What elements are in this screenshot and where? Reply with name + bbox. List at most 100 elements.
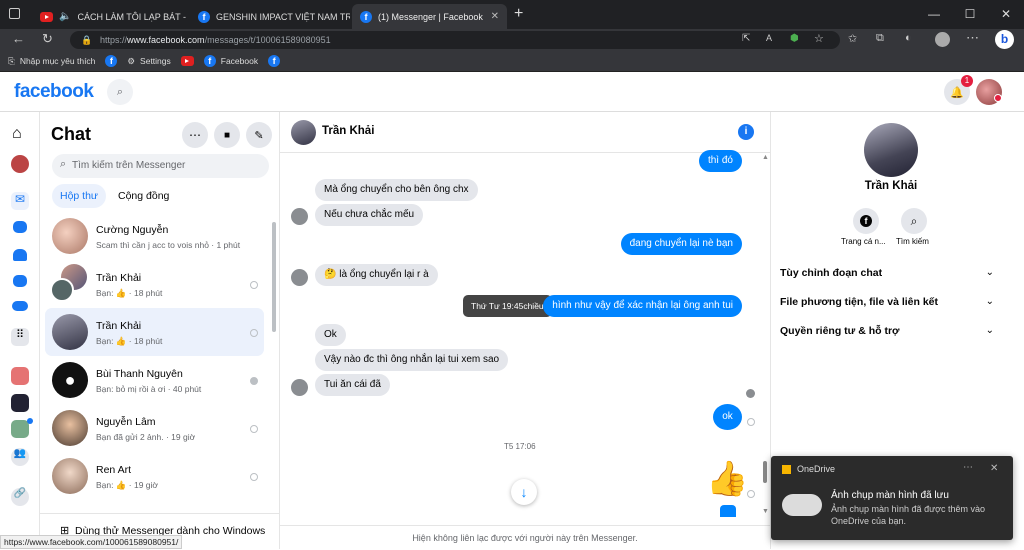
message-bubble[interactable]: 🤔 là ổng chuyển lại r à	[315, 264, 438, 286]
conversation-scrollbar[interactable]: ▲ ▼	[760, 154, 770, 524]
conversation-item[interactable]: Nguyễn Lâm Bạn đã gửi 2 ảnh. · 19 giờ	[45, 404, 264, 452]
tab-messenger[interactable]: f (1) Messenger | Facebook ✕	[352, 4, 507, 29]
scroll-thumb[interactable]	[763, 461, 767, 483]
chevron-down-icon[interactable]: ⌄	[986, 325, 994, 336]
profile-avatar-icon[interactable]	[11, 155, 29, 173]
search-conversation-button[interactable]: ⌕	[901, 208, 927, 234]
new-tab-button[interactable]: +	[514, 5, 523, 23]
bookmark-favorites[interactable]: ⎘ Nhập mục yêu thích	[8, 56, 95, 67]
marketplace-icon[interactable]	[13, 275, 27, 287]
chevron-down-icon[interactable]: ⌄	[986, 267, 994, 278]
profile-icon[interactable]	[935, 32, 950, 47]
message-timestamp: T5 17:06	[504, 442, 536, 451]
profile-avatar[interactable]	[864, 123, 918, 177]
shortcut-2-icon[interactable]	[11, 394, 29, 412]
minimize-button[interactable]: —	[916, 0, 952, 29]
bing-icon[interactable]: b	[995, 30, 1014, 49]
search-button[interactable]: ⌕	[107, 79, 133, 105]
tab-youtube[interactable]: 🔈 CÁCH LÀM TÔI LẠP BÁT - N ✕	[32, 4, 186, 29]
window-close-button[interactable]: ✕	[988, 0, 1024, 29]
scroll-to-bottom-button[interactable]: ↓	[511, 479, 537, 505]
bookmark-facebook-1[interactable]: f	[105, 55, 118, 67]
url-field[interactable]: 🔒 https://www.facebook.com/messages/t/10…	[70, 31, 840, 49]
chat-options-button[interactable]: ⋯	[182, 122, 208, 148]
messenger-icon[interactable]: ✉	[11, 192, 29, 210]
maximize-button[interactable]: ☐	[952, 0, 988, 29]
info-icon[interactable]: i	[738, 124, 754, 140]
unavailable-notice: Hiện không liên lạc được với người này t…	[280, 525, 770, 549]
message-bubble[interactable]: đang chuyển lại nè bạn	[620, 233, 742, 255]
close-icon[interactable]: ✕	[491, 11, 499, 22]
groups-icon[interactable]: 👥	[11, 448, 29, 466]
sent-check-icon	[250, 281, 258, 289]
onedrive-notification[interactable]: OneDrive ⋯ ✕ Ảnh chụp màn hình đã lưu Ản…	[771, 456, 1013, 540]
watch-icon[interactable]	[13, 221, 27, 233]
avatar	[52, 218, 88, 254]
friends-icon[interactable]	[13, 249, 27, 261]
favorite-add-icon[interactable]: ☆	[814, 32, 824, 45]
import-icon: ⎘	[8, 55, 15, 66]
message-bubble[interactable]: ok	[713, 404, 742, 430]
speaker-icon[interactable]: 🔈	[59, 11, 71, 22]
new-message-button[interactable]: ✎	[246, 122, 272, 148]
link-icon[interactable]: 🔗	[11, 488, 29, 506]
conversation-item[interactable]: ● Bùi Thanh Nguyên Bạn: bỏ mị rồi à ơi ·…	[45, 356, 264, 404]
option-customize-chat[interactable]: Tùy chỉnh đoạn chat	[780, 267, 882, 279]
tab-genshin[interactable]: f GENSHIN IMPACT VIỆT NAM TR... ✕	[190, 4, 350, 29]
shortcut-3-icon[interactable]	[11, 420, 29, 438]
shortcut-1-icon[interactable]	[11, 367, 29, 385]
performance-icon[interactable]: ◐	[905, 32, 912, 44]
tab-actions-icon[interactable]	[9, 8, 20, 19]
extension-icon[interactable]: ⬢	[790, 33, 799, 44]
message-bubble[interactable]: Mà ổng chuyển cho bên ông chx	[315, 179, 478, 201]
message-bubble[interactable]: Tui ăn cái đã	[315, 374, 390, 396]
more-icon[interactable]: ⋯	[963, 462, 973, 473]
new-room-button[interactable]: ■	[214, 122, 240, 148]
message-bubble[interactable]: hình như vậy để xác nhận lại ông anh tui	[543, 295, 742, 317]
scroll-down-icon[interactable]: ▼	[762, 508, 769, 515]
tab-community[interactable]: Cộng đồng	[110, 184, 177, 208]
share-icon[interactable]: ⇱	[742, 33, 750, 44]
youtube-icon	[40, 11, 53, 22]
contact-avatar[interactable]	[291, 120, 316, 145]
cloud-icon	[782, 494, 822, 516]
menu-grid-icon[interactable]: ⠿	[11, 328, 29, 346]
tab-inbox[interactable]: Hộp thư	[52, 184, 106, 208]
toast-title: Ảnh chụp màn hình đã lưu	[831, 490, 949, 501]
more-menu-icon[interactable]: ⋯	[966, 30, 979, 46]
conversation-item[interactable]: Ren Art Bạn: 👍 · 19 giờ	[45, 452, 264, 500]
collections-icon[interactable]: ⧉	[876, 32, 884, 45]
facebook-logo[interactable]: facebook	[14, 81, 94, 103]
close-icon[interactable]: ✕	[990, 463, 998, 474]
message-bubble[interactable]: Vậy nào đc thì ông nhắn lại tui xem sao	[315, 349, 509, 371]
home-icon[interactable]: ⌂	[12, 125, 22, 143]
contact-name[interactable]: Trần Khải	[322, 125, 374, 137]
message-bubble[interactable]: thì đó	[698, 150, 742, 172]
bookmark-youtube[interactable]	[180, 56, 194, 66]
conversation-item[interactable]: Trần Khải Bạn: 👍 · 18 phút	[45, 308, 264, 356]
option-privacy-support[interactable]: Quyền riêng tư & hỗ trợ	[780, 325, 900, 337]
chevron-down-icon[interactable]: ⌄	[986, 296, 994, 307]
bookmark-facebook-2[interactable]: f	[268, 55, 281, 67]
bookmark-facebook[interactable]: f Facebook	[203, 55, 258, 67]
thumbs-up-icon[interactable]: 👍	[706, 461, 748, 497]
chat-list-scrollbar[interactable]	[272, 222, 276, 332]
messenger-search-input[interactable]: Tìm kiếm trên Messenger	[52, 154, 269, 178]
more-icon: ⋯	[189, 128, 201, 142]
favorites-icon[interactable]: ✩	[848, 32, 857, 45]
back-button[interactable]: ←	[12, 31, 25, 46]
refresh-button[interactable]: ↻	[42, 31, 53, 47]
gaming-icon[interactable]	[12, 301, 28, 311]
conversation-item[interactable]: Cường Nguyễn Scam thì cần j acc to vois …	[45, 212, 264, 260]
conversation-item[interactable]: Trần Khải Bạn: 👍 · 18 phút	[45, 260, 264, 308]
message-bubble[interactable]: Ok	[315, 324, 346, 346]
option-media-files[interactable]: File phương tiện, file và liên kết	[780, 296, 938, 308]
bookmark-settings[interactable]: ⚙ Settings	[127, 56, 170, 67]
lock-icon[interactable]: 🔒	[81, 31, 92, 49]
status-bar-url: https://www.facebook.com/100061589080951…	[0, 535, 183, 549]
profile-page-button[interactable]: f	[853, 208, 879, 234]
gear-icon: ⚙	[127, 55, 136, 66]
scroll-up-icon[interactable]: ▲	[762, 154, 769, 161]
read-aloud-icon[interactable]: A	[766, 33, 772, 43]
message-bubble[interactable]: Nếu chưa chắc mếu	[315, 204, 424, 226]
